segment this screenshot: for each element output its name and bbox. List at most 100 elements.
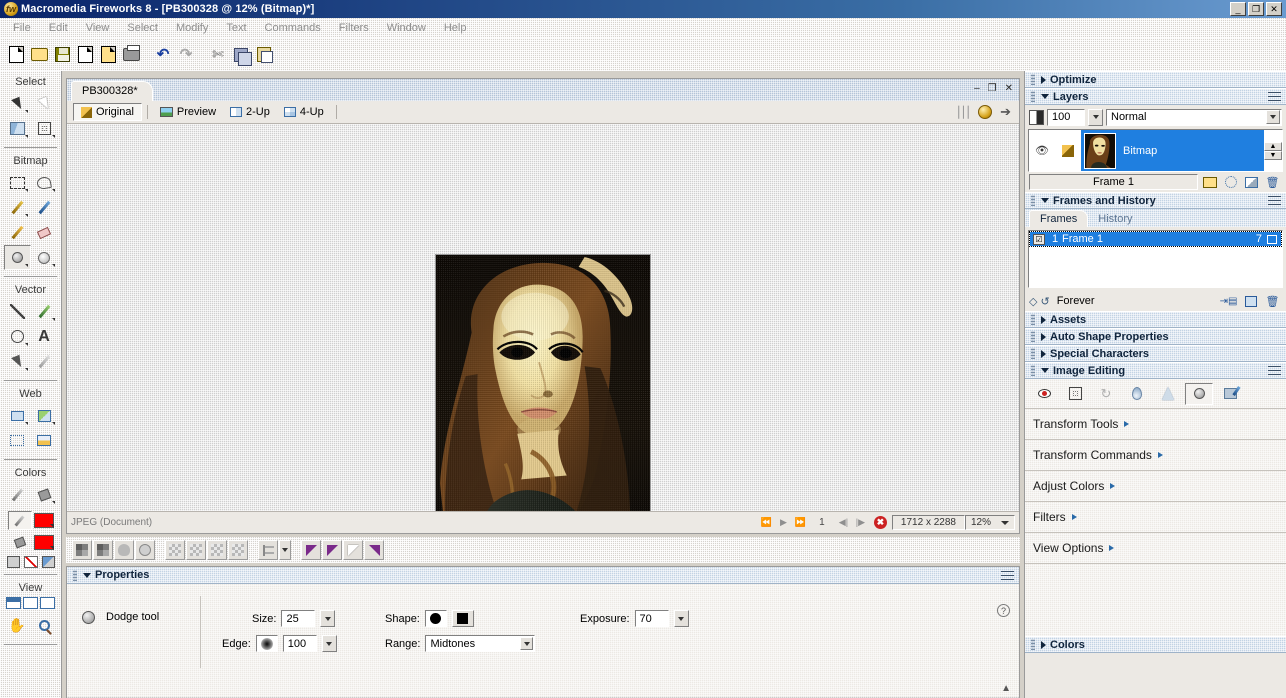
canvas-area[interactable] [67,124,1019,511]
frame-delay-value[interactable]: 7 [1256,233,1262,245]
preview-in-browser-icon[interactable] [978,105,993,119]
loop-icon[interactable]: ↺ [1040,295,1049,308]
shape-round-button[interactable] [424,610,447,627]
menu-item-text[interactable]: Text [217,20,255,36]
size-input[interactable]: 25 [281,610,316,627]
replace-color-tool[interactable] [1216,383,1244,405]
stop-button[interactable]: ✖ [873,516,887,529]
subselection-tool[interactable] [31,91,58,116]
filters-row[interactable]: Filters [1025,502,1286,533]
last-frame-button[interactable]: ⏩ [792,515,809,530]
marquee-tool[interactable] [4,170,31,195]
zoom-level-selector[interactable]: 12% [964,515,1015,530]
new-layer-button[interactable] [1200,174,1219,190]
cut-button[interactable]: ✄ [207,44,229,66]
rectangle-tool[interactable] [4,324,31,349]
flip-vertical-button[interactable] [364,540,384,560]
frames-list[interactable]: ☑ 1 Frame 1 7 [1028,230,1283,288]
paint-bucket-tool[interactable] [31,482,58,507]
bring-forward-button[interactable] [186,540,206,560]
brush-tool[interactable] [31,195,58,220]
full-screen-icon[interactable] [40,597,55,609]
open-button[interactable] [28,44,50,66]
distribute-to-frames-button[interactable]: ⇥▤ [1219,293,1238,309]
auto-shape-section-header[interactable]: Auto Shape Properties [1025,328,1286,345]
copy-button[interactable] [230,44,252,66]
size-stepper[interactable] [320,610,336,627]
show-slices-button[interactable] [31,428,58,453]
flip-horizontal-button[interactable] [343,540,363,560]
hotspot-tool[interactable] [4,403,31,428]
collapse-triangle-icon[interactable] [83,572,91,578]
frame-export-checkbox[interactable]: ☑ [1033,233,1045,245]
menu-item-file[interactable]: File [4,20,40,36]
lasso-tool[interactable] [31,170,58,195]
expand-triangle-icon[interactable] [1041,315,1046,324]
save-button[interactable] [51,44,73,66]
properties-header[interactable]: Properties [67,567,1019,584]
bring-to-front-button[interactable] [165,540,185,560]
dodge-tool[interactable] [3,245,31,270]
current-frame-value[interactable]: 1 [809,517,835,528]
send-backward-button[interactable] [207,540,227,560]
layer-order-buttons[interactable]: ▲ ▼ [1264,141,1282,160]
assets-section-header[interactable]: Assets [1025,311,1286,328]
redo-button[interactable]: ↷ [175,44,197,66]
zoom-tool[interactable] [31,613,58,638]
layer-mask-icon[interactable] [1029,109,1044,125]
tab-frames[interactable]: Frames [1029,210,1089,227]
blend-mode-dropdown-arrow[interactable] [1266,110,1280,124]
panel-options-icon[interactable] [1268,91,1281,102]
print-button[interactable] [120,44,142,66]
menu-item-view[interactable]: View [77,20,119,36]
red-eye-removal-tool[interactable] [1030,383,1058,405]
next-frame-button[interactable]: |▶ [852,515,869,530]
line-tool[interactable] [4,299,31,324]
layer-selected-row[interactable]: Bitmap [1081,130,1264,171]
animation-controls-icon[interactable]: ⎮⎮⎮ [956,106,971,119]
tab-history[interactable]: History [1088,211,1142,227]
loop-count-label[interactable]: Forever [1053,295,1216,307]
edge-stepper[interactable] [321,635,337,652]
delete-frame-button[interactable]: 🗑 [1263,293,1282,309]
menu-item-edit[interactable]: Edit [40,20,77,36]
layer-opacity-input[interactable]: 100 [1047,108,1085,126]
stroke-color-swatch[interactable] [33,513,54,528]
dodge-tool[interactable] [1185,382,1213,405]
layer-move-up-button[interactable]: ▲ [1264,141,1282,151]
scale-tool[interactable] [4,116,31,141]
delete-layer-button[interactable]: 🗑 [1263,174,1282,190]
frame-row-1[interactable]: ☑ 1 Frame 1 7 [1029,231,1282,247]
menu-item-select[interactable]: Select [118,20,167,36]
collapse-triangle-icon[interactable] [1041,368,1049,373]
layer-visibility-toggle[interactable]: 👁 [1029,130,1055,171]
layers-frame-label[interactable]: Frame 1 [1029,174,1198,190]
add-mask-button[interactable] [1221,174,1240,190]
document-tab[interactable]: PB300328* [71,81,153,101]
blur-tool[interactable] [1123,383,1151,405]
paste-button[interactable] [253,44,275,66]
fill-color-swatch[interactable] [33,535,54,550]
range-select[interactable]: Midtones [425,635,536,652]
optimize-section-header[interactable]: Optimize [1025,71,1286,88]
undo-button[interactable]: ↶ [152,44,174,66]
restore-button[interactable]: ❐ [1248,2,1264,16]
collapse-triangle-icon[interactable] [1041,198,1049,203]
layer-opacity-stepper[interactable] [1088,108,1103,126]
text-tool[interactable]: A [31,324,58,349]
full-screen-menu-icon[interactable] [23,597,38,609]
rotate-cw-button[interactable] [322,540,342,560]
standard-screen-icon[interactable] [6,597,21,609]
frames-history-section-header[interactable]: Frames and History [1025,192,1286,209]
pencil-tool[interactable] [4,220,31,245]
panel-options-icon[interactable] [1268,195,1281,206]
frame-name[interactable]: Frame 1 [1062,233,1103,245]
align-left-button[interactable] [72,540,92,560]
menu-item-window[interactable]: Window [378,20,435,36]
menu-item-filters[interactable]: Filters [330,20,378,36]
union-button[interactable] [114,540,134,560]
transform-tools-row[interactable]: Transform Tools [1025,409,1286,440]
tab-4up[interactable]: 4-Up [277,104,331,120]
previous-frame-button[interactable]: ◀| [835,515,852,530]
collapse-triangle-icon[interactable] [1041,94,1049,99]
